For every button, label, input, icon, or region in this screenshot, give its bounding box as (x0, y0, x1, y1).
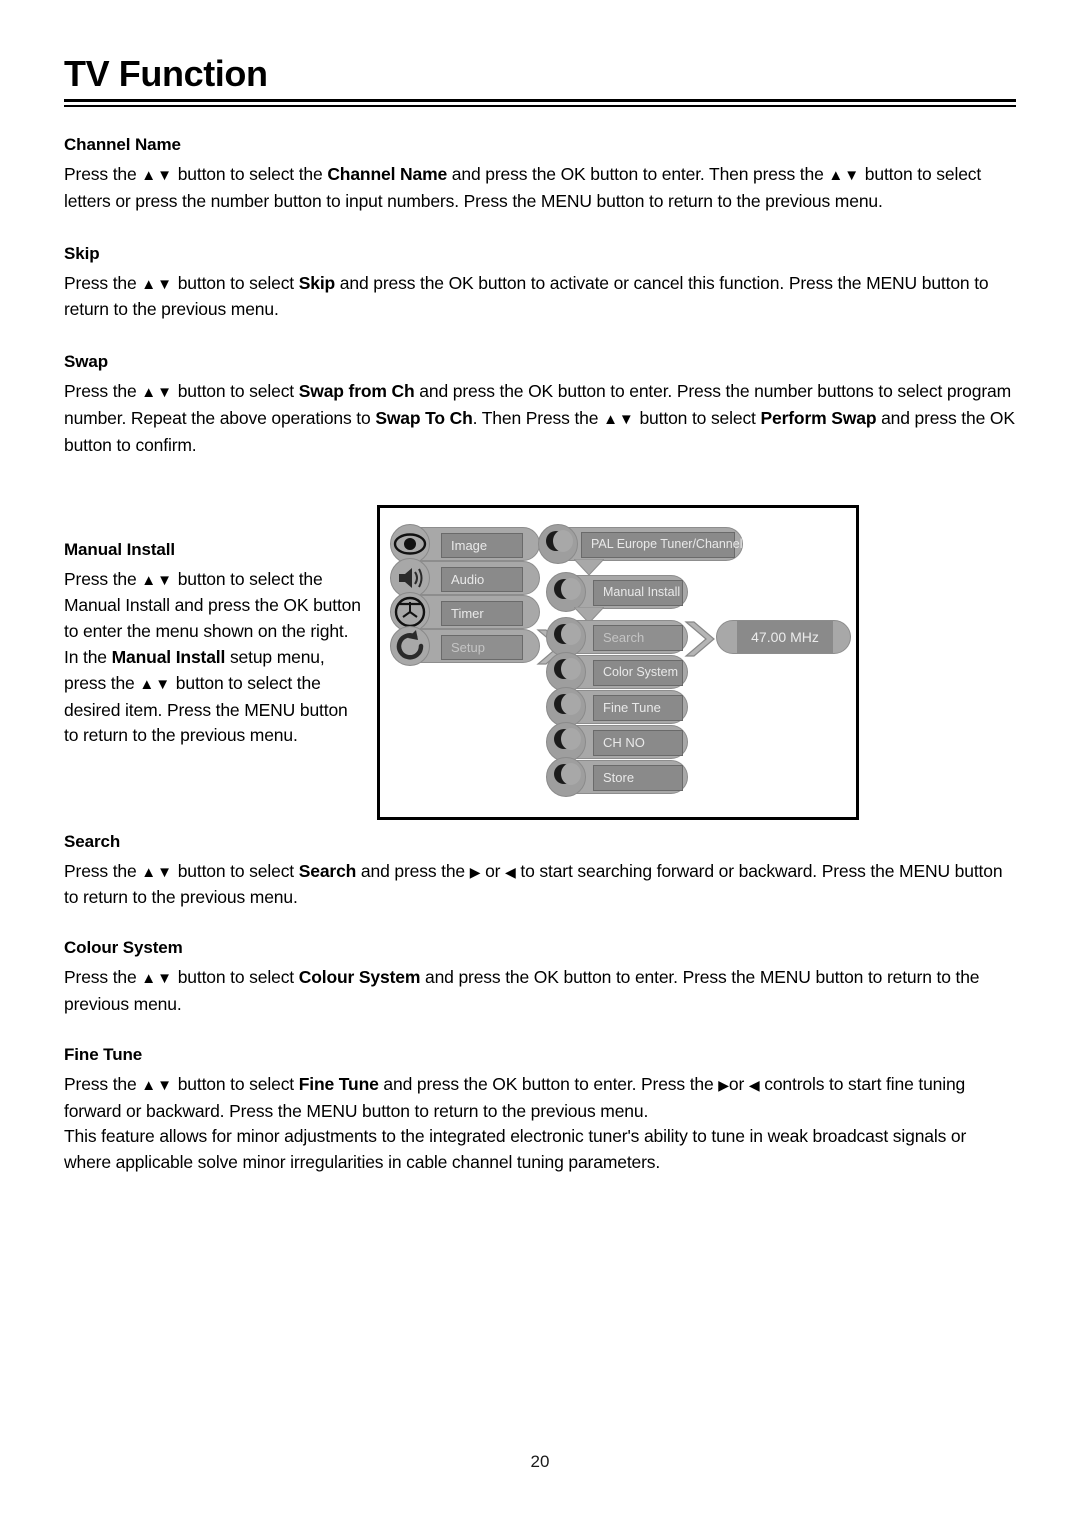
page-number: 20 (530, 1452, 550, 1471)
moon-icon (546, 571, 586, 612)
page-title: TV Function (64, 53, 268, 94)
section-skip: Skip Press the ▲▼ button to select Skip … (64, 243, 1016, 324)
menu-item-label: Timer (441, 600, 523, 626)
refresh-icon (390, 625, 430, 666)
manual-install-block: Manual Install Press the ▲▼ button to se… (64, 501, 1016, 831)
menu-item-label: PAL Europe Tuner/Channel (581, 531, 743, 558)
moon-icon (546, 756, 586, 797)
menu-item-label: Setup (441, 634, 523, 660)
moon-icon (546, 686, 586, 727)
section-paragraph: Press the ▲▼ button to select Search and… (64, 860, 1003, 908)
frequency-value: 47.00 MHz (737, 620, 833, 653)
manual-install-paragraph-2: In the Manual Install setup menu, press … (64, 646, 348, 746)
frequency-value-pill[interactable]: 47.00 MHz (716, 619, 851, 654)
section-search: Search Press the ▲▼ button to select Sea… (64, 831, 1016, 912)
section-paragraph: Press the ▲▼ button to select Swap from … (64, 381, 1015, 455)
menu-item-label: Store (593, 764, 683, 791)
menu-item-label: CH NO (593, 729, 683, 756)
chevron-right-icon-2 (680, 618, 720, 660)
title-rule-bottom (64, 105, 1016, 107)
section-heading: Colour System (64, 938, 183, 958)
manual-install-text: Manual Install Press the ▲▼ button to se… (64, 501, 364, 750)
document-body: Channel Name Press the ▲▼ button to sele… (64, 134, 1016, 1176)
moon-icon (538, 523, 578, 564)
tv-menu-diagram: Image Audio Timer Setup PAL Europe Tuner… (377, 504, 859, 820)
section-heading: Channel Name (64, 135, 181, 154)
menu-item-label: Audio (441, 566, 523, 592)
section-heading: Swap (64, 352, 109, 372)
section-heading: Fine Tune (64, 1044, 143, 1064)
section-fine-tune: Fine Tune Press the ▲▼ button to select … (64, 1044, 1016, 1176)
section-heading: Search (64, 831, 121, 851)
moon-icon (546, 651, 586, 692)
section-heading: Skip (64, 243, 100, 263)
section-paragraph: Press the ▲▼ button to select Fine Tune … (64, 1073, 966, 1121)
section-swap: Swap Press the ▲▼ button to select Swap … (64, 351, 1016, 458)
section-channel-name: Channel Name Press the ▲▼ button to sele… (64, 134, 1016, 215)
page-header: TV Function (64, 52, 1016, 107)
menu-item-label: Search (593, 624, 683, 651)
section-paragraph: Press the ▲▼ button to select Colour Sys… (64, 967, 980, 1014)
menu-item-label: Image (441, 532, 523, 558)
title-rule-top (64, 99, 1016, 102)
menu-item-label: Color System (593, 659, 683, 686)
document-page: TV Function Channel Name Press the ▲▼ bu… (0, 0, 1080, 1527)
menu-item-label: Fine Tune (593, 694, 683, 721)
triangle-down-icon-1 (574, 558, 604, 576)
moon-icon (546, 616, 586, 657)
section-heading: Manual Install (64, 539, 176, 559)
section-paragraph: Press the ▲▼ button to select the Channe… (64, 164, 982, 211)
section-paragraph: Press the ▲▼ button to select Skip and p… (64, 272, 989, 320)
manual-install-paragraph-1: Press the ▲▼ button to select the Manual… (64, 568, 361, 642)
moon-icon (546, 721, 586, 762)
section-paragraph: This feature allows for minor adjustment… (64, 1126, 967, 1173)
menu-item-label: Manual Install (593, 579, 683, 606)
section-colour-system: Colour System Press the ▲▼ button to sel… (64, 937, 1016, 1018)
